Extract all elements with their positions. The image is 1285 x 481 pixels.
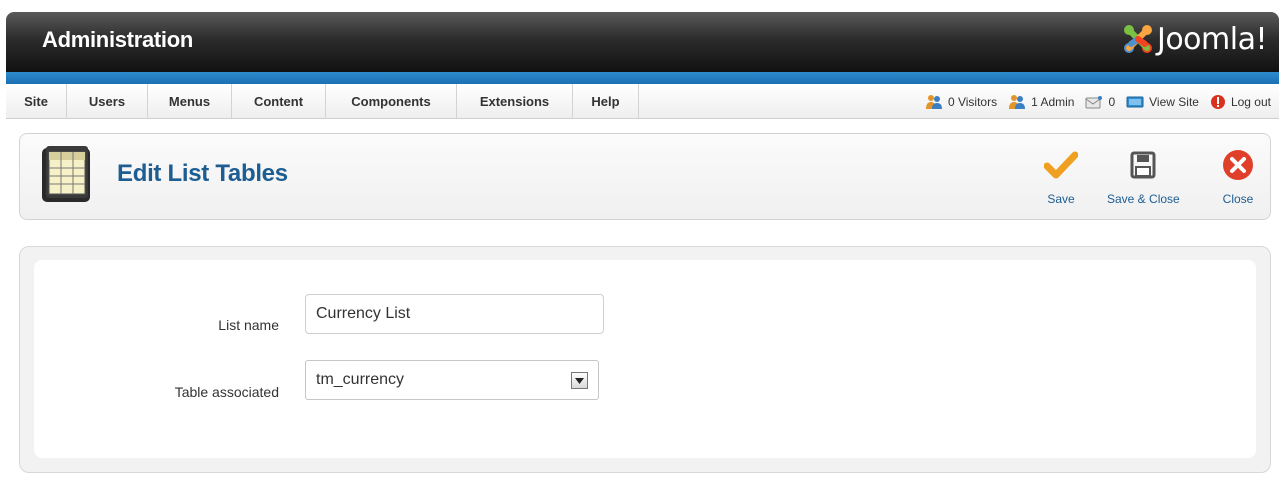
page-title: Edit List Tables (117, 160, 288, 187)
messages-status[interactable]: 0 (1085, 95, 1115, 109)
admin-header: Administration Joomla! (6, 12, 1279, 72)
header-title: Administration (42, 27, 194, 52)
page-toolbar: Edit List Tables Save Save & Close Close (19, 133, 1271, 220)
floppy-disk-icon (1130, 151, 1156, 179)
close-icon (1223, 150, 1253, 180)
menu-extensions[interactable]: Extensions (457, 84, 573, 118)
save-close-label: Save & Close (1107, 192, 1180, 206)
admins-status: 1 Admin (1008, 94, 1074, 110)
table-associated-select[interactable]: tm_currency (305, 360, 599, 400)
visitors-status: 0 Visitors (925, 94, 997, 110)
header-blue-strip (6, 72, 1279, 84)
list-name-label: List name (218, 317, 279, 333)
save-button[interactable]: Save (1041, 146, 1081, 206)
joomla-logo: Joomla! (1121, 21, 1268, 57)
checkmark-icon (1044, 151, 1078, 179)
list-table-icon (42, 146, 90, 202)
close-label: Close (1222, 192, 1254, 206)
view-site-label: View Site (1149, 94, 1199, 109)
close-button[interactable]: Close (1218, 146, 1258, 206)
save-label: Save (1047, 192, 1075, 206)
logout-icon (1210, 94, 1225, 109)
select-dropdown-arrow[interactable] (571, 372, 588, 389)
table-associated-label: Table associated (174, 384, 279, 400)
visitors-icon (925, 94, 942, 109)
menu-users[interactable]: Users (67, 84, 148, 118)
view-site-link[interactable]: View Site (1126, 95, 1199, 109)
form-panel: List name Table associated tm_currency (19, 246, 1271, 473)
menu-components[interactable]: Components (326, 84, 457, 118)
menu-content[interactable]: Content (232, 84, 326, 118)
menu-menus[interactable]: Menus (148, 84, 232, 118)
messages-count: 0 (1108, 94, 1116, 109)
admins-count: 1 Admin (1031, 94, 1075, 109)
logout-link[interactable]: Log out (1210, 94, 1271, 110)
admin-menubar: Site Users Menus Content Components Exte… (6, 84, 1279, 119)
menu-help[interactable]: Help (573, 84, 639, 118)
joomla-logo-icon (1123, 25, 1152, 53)
save-close-button[interactable]: Save & Close (1107, 146, 1180, 206)
logout-label: Log out (1230, 94, 1271, 109)
chevron-down-icon (575, 377, 584, 384)
messages-icon (1085, 95, 1103, 108)
status-area: 0 Visitors 1 Admin 0 View Site Log out (925, 84, 1271, 119)
form-body: List name Table associated tm_currency (34, 260, 1256, 458)
admins-icon (1009, 94, 1026, 109)
table-associated-value: tm_currency (316, 371, 405, 388)
menu-site[interactable]: Site (6, 84, 67, 118)
list-name-input[interactable] (305, 294, 604, 334)
joomla-logo-text: Joomla! (1156, 21, 1268, 57)
visitors-count: 0 Visitors (947, 94, 998, 109)
monitor-icon (1126, 96, 1144, 107)
